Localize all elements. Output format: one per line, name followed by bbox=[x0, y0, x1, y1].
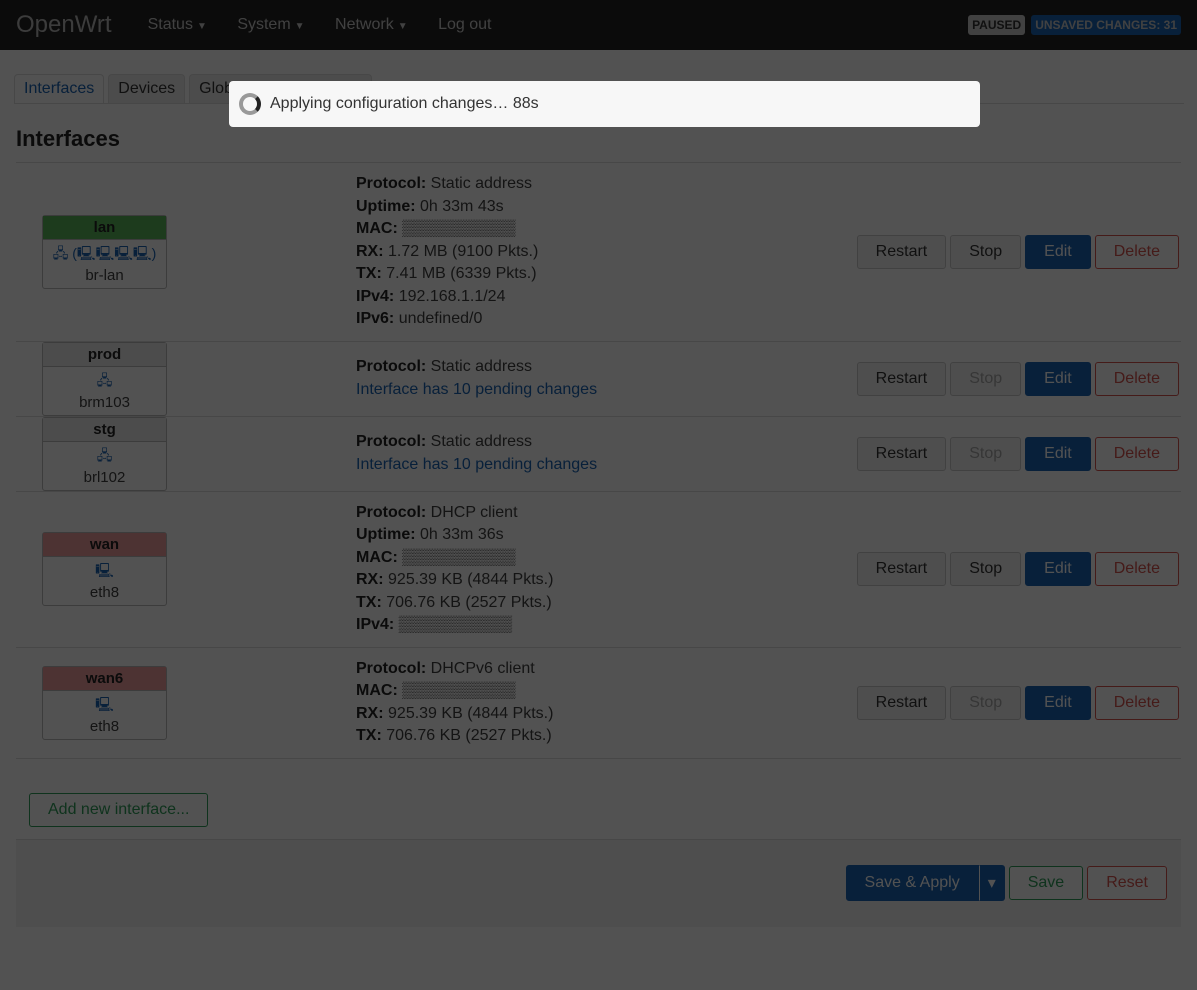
interface-row: stg 🖧 brl102 Protocol: Static address Int… bbox=[16, 416, 1181, 492]
edit-button[interactable]: Edit bbox=[1025, 234, 1091, 269]
interface-name: wan6 bbox=[43, 666, 166, 691]
stop-button[interactable]: Stop bbox=[950, 361, 1022, 396]
info-line: TX: 706.76 KB (2527 Pkts.) bbox=[356, 593, 552, 611]
info-line: MAC: ▒▒▒▒▒▒▒▒▒▒ bbox=[356, 682, 516, 699]
apply-modal: Applying configuration changes… 88s bbox=[229, 81, 980, 127]
interface-info: Protocol: Static address Uptime: 0h 33m 4… bbox=[356, 163, 856, 341]
info-line: TX: 7.41 MB (6339 Pkts.) bbox=[356, 265, 537, 282]
network-device-icon: 🖳 bbox=[95, 695, 114, 712]
brand-logo[interactable]: OpenWrt bbox=[16, 11, 112, 39]
reset-button[interactable]: Reset bbox=[1087, 866, 1167, 900]
restart-button[interactable]: Restart bbox=[856, 685, 947, 720]
header: OpenWrt Status ▼ System ▼ Network ▼ Log out… bbox=[0, 0, 1197, 50]
interface-badge: prod 🖧 brm103 bbox=[42, 341, 167, 416]
info-line: IPv4: 192.168.1.1/24 bbox=[356, 287, 506, 305]
info-line: IPv4: ▒▒▒▒▒▒▒▒▒▒ bbox=[356, 616, 513, 633]
network-device-icon: 🖧 (🖳🖳🖳🖳) bbox=[52, 244, 157, 261]
info-line: Protocol: DHCPv6 client bbox=[356, 659, 535, 677]
page-dimmed: OpenWrt Status ▼ System ▼ Network ▼ Log out… bbox=[0, 0, 1197, 990]
device-name: eth8 bbox=[89, 717, 120, 735]
info-line: RX: 925.39 KB (4844 Pkts.) bbox=[356, 704, 554, 722]
edit-button[interactable]: Edit bbox=[1025, 685, 1091, 720]
interface-name: stg bbox=[43, 417, 166, 442]
interface-name: lan bbox=[43, 215, 166, 240]
footer-actions: Save & Apply ▾ Save Reset bbox=[16, 838, 1181, 927]
network-device-icon: 🖳 bbox=[95, 562, 114, 578]
nav-status[interactable]: Status ▼ bbox=[148, 16, 207, 33]
stop-button[interactable]: Stop bbox=[950, 436, 1022, 471]
delete-button[interactable]: Delete bbox=[1094, 436, 1179, 471]
restart-button[interactable]: Restart bbox=[856, 361, 947, 396]
save-button[interactable]: Save bbox=[1008, 866, 1084, 900]
nav-system[interactable]: System ▼ bbox=[237, 16, 304, 33]
pending-changes-link[interactable]: Interface has 10 pending changes bbox=[356, 454, 856, 477]
tab-interfaces[interactable]: Interfaces bbox=[14, 74, 105, 103]
device-name: brm103 bbox=[79, 393, 130, 411]
interface-badge: stg 🖧 brl102 bbox=[42, 416, 167, 491]
nav-logout[interactable]: Log out bbox=[438, 16, 491, 33]
tab-devices[interactable]: Devices bbox=[108, 74, 186, 103]
info-line: Protocol: Static address bbox=[356, 433, 533, 450]
delete-button[interactable]: Delete bbox=[1094, 552, 1179, 586]
device-name: brl102 bbox=[83, 468, 126, 486]
interface-info: Protocol: DHCP client Uptime: 0h 33m 36s M… bbox=[356, 492, 856, 647]
page-title: Interfaces bbox=[16, 126, 120, 151]
interface-row: wan 🖳 eth8 Protocol: DHCP client Uptime: … bbox=[16, 492, 1181, 648]
stop-button[interactable]: Stop bbox=[950, 685, 1022, 720]
info-line: IPv6: undefined/0 bbox=[356, 310, 483, 327]
info-line: Uptime: 0h 33m 36s bbox=[356, 526, 504, 543]
interface-name: wan bbox=[43, 533, 166, 557]
stop-button[interactable]: Stop bbox=[950, 234, 1022, 269]
modal-message: Applying configuration changes… 88s bbox=[270, 95, 539, 112]
interface-row: prod 🖧 brm103 Protocol: Static address In… bbox=[16, 341, 1181, 417]
network-device-icon: 🖧 bbox=[96, 446, 113, 463]
interface-info: Protocol: Static address Interface has 10… bbox=[356, 421, 856, 486]
main-nav: Status ▼ System ▼ Network ▼ Log out bbox=[148, 16, 518, 34]
interface-badge: lan 🖧 (🖳🖳🖳🖳) br-lan bbox=[42, 214, 167, 289]
info-line: Protocol: Static address bbox=[356, 175, 533, 192]
info-line: RX: 1.72 MB (9100 Pkts.) bbox=[356, 242, 539, 260]
info-line: RX: 925.39 KB (4844 Pkts.) bbox=[356, 571, 554, 588]
info-line: Protocol: DHCP client bbox=[356, 503, 518, 521]
save-apply-dropdown[interactable]: ▾ bbox=[978, 865, 1005, 901]
edit-button[interactable]: Edit bbox=[1025, 552, 1091, 586]
delete-button[interactable]: Delete bbox=[1094, 685, 1179, 720]
info-line: TX: 706.76 KB (2527 Pkts.) bbox=[356, 727, 552, 744]
save-apply-button[interactable]: Save & Apply bbox=[845, 865, 979, 901]
delete-button[interactable]: Delete bbox=[1094, 234, 1179, 269]
edit-button[interactable]: Edit bbox=[1025, 436, 1091, 471]
interface-info: Protocol: Static address Interface has 10… bbox=[356, 346, 856, 411]
interface-badge: wan6 🖳 eth8 bbox=[42, 665, 167, 740]
interface-name: prod bbox=[43, 342, 166, 367]
info-line: Uptime: 0h 33m 43s bbox=[356, 197, 504, 215]
info-line: Protocol: Static address bbox=[356, 358, 533, 375]
restart-button[interactable]: Restart bbox=[856, 436, 947, 471]
edit-button[interactable]: Edit bbox=[1025, 361, 1091, 396]
paused-badge[interactable]: PAUSED bbox=[968, 15, 1026, 35]
interface-row: wan6 🖳 eth8 Protocol: DHCPv6 client MAC: … bbox=[16, 648, 1181, 759]
interfaces-table: lan 🖧 (🖳🖳🖳🖳) br-lan Protocol: Static add… bbox=[16, 162, 1181, 759]
unsaved-changes-badge[interactable]: UNSAVED CHANGES: 31 bbox=[1031, 15, 1181, 35]
delete-button[interactable]: Delete bbox=[1094, 361, 1179, 396]
device-name: br-lan bbox=[85, 266, 124, 284]
restart-button[interactable]: Restart bbox=[856, 552, 947, 586]
spinner-icon bbox=[239, 93, 261, 115]
pending-changes-link[interactable]: Interface has 10 pending changes bbox=[356, 379, 856, 402]
nav-network[interactable]: Network ▼ bbox=[335, 16, 408, 33]
info-line: MAC: ▒▒▒▒▒▒▒▒▒▒ bbox=[356, 220, 516, 237]
device-name: eth8 bbox=[89, 584, 120, 601]
stop-button[interactable]: Stop bbox=[950, 552, 1022, 586]
add-interface-button[interactable]: Add new interface... bbox=[29, 792, 209, 827]
restart-button[interactable]: Restart bbox=[856, 234, 947, 269]
interface-row: lan 🖧 (🖳🖳🖳🖳) br-lan Protocol: Static add… bbox=[16, 163, 1181, 342]
interface-info: Protocol: DHCPv6 client MAC: ▒▒▒▒▒▒▒▒▒▒ RX… bbox=[356, 648, 856, 758]
network-device-icon: 🖧 bbox=[96, 371, 113, 388]
interface-badge: wan 🖳 eth8 bbox=[42, 532, 167, 606]
info-line: MAC: ▒▒▒▒▒▒▒▒▒▒ bbox=[356, 548, 516, 566]
